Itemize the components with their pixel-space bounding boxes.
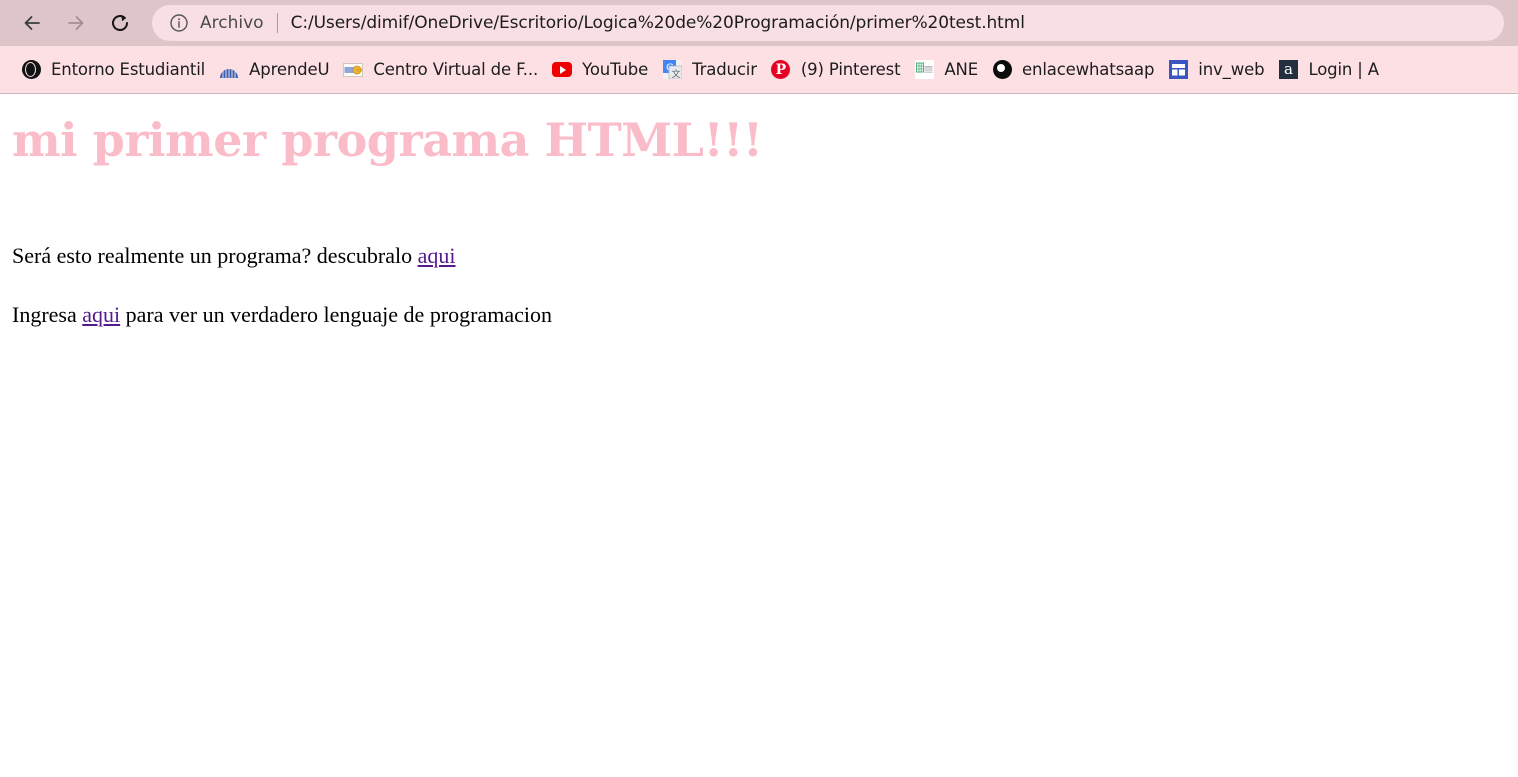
bookmark-youtube[interactable]: YouTube [545, 54, 655, 86]
bookmark-pinterest[interactable]: P (9) Pinterest [764, 54, 908, 86]
address-bar[interactable]: Archivo C:/Users/dimif/OneDrive/Escritor… [152, 5, 1504, 41]
arrow-right-icon [64, 11, 88, 35]
page-title: mi primer programa HTML!!! [12, 113, 763, 167]
forward-button[interactable] [58, 5, 94, 41]
arrow-left-icon [20, 11, 44, 35]
reload-icon [108, 11, 132, 35]
bookmarks-bar: Entorno Estudiantil AprendeU Centro Virt… [0, 46, 1518, 94]
link-aqui-second[interactable]: aqui [82, 302, 120, 327]
layout-blocks-icon [1168, 60, 1188, 80]
google-translate-icon: G 文 [662, 60, 682, 80]
bookmark-ane[interactable]: ANE [907, 54, 985, 86]
browser-toolbar: Archivo C:/Users/dimif/OneDrive/Escritor… [0, 0, 1518, 46]
omnibox-divider [276, 13, 278, 33]
paragraph-first: Será esto realmente un programa? descubr… [12, 242, 1518, 270]
fan-logo-icon [219, 60, 239, 80]
bookmark-traducir[interactable]: G 文 Traducir [655, 54, 764, 86]
bookmark-label: enlacewhatsaap [1022, 60, 1155, 79]
bookmark-label: (9) Pinterest [800, 60, 901, 79]
bookmark-label: Centro Virtual de F... [373, 60, 539, 79]
link-aqui-first[interactable]: aqui [418, 243, 456, 268]
bookmark-label: inv_web [1198, 60, 1265, 79]
bookmark-enlacewhatsaap[interactable]: enlacewhatsaap [985, 54, 1161, 86]
bookmark-inv-web[interactable]: inv_web [1161, 54, 1271, 86]
browser-window: Archivo C:/Users/dimif/OneDrive/Escritor… [0, 0, 1518, 777]
bookmark-centro-virtual[interactable]: Centro Virtual de F... [336, 54, 545, 86]
bookmark-aprendeu[interactable]: AprendeU [212, 54, 336, 86]
paragraph-second-text-after: para ver un verdadero lenguaje de progra… [120, 302, 552, 328]
spreadsheet-icon [914, 60, 934, 80]
reload-button[interactable] [102, 5, 138, 41]
bookmark-label: YouTube [582, 60, 649, 79]
key-icon [343, 60, 364, 80]
bookmark-label: Entorno Estudiantil [51, 60, 206, 79]
paragraph-second-text: Ingresa [12, 302, 83, 328]
url-text[interactable]: C:/Users/dimif/OneDrive/Escritorio/Logic… [291, 13, 1025, 33]
pinterest-icon: P [771, 60, 791, 80]
bookmark-label: ANE [944, 60, 979, 79]
page-content: mi primer programa HTML!!! Será esto rea… [0, 94, 1518, 777]
bookmark-entorno-estudiantil[interactable]: Entorno Estudiantil [14, 54, 212, 86]
whatsapp-dark-icon [992, 60, 1012, 80]
back-button[interactable] [14, 5, 50, 41]
youtube-icon [552, 60, 573, 80]
bookmark-label: Traducir [692, 60, 757, 79]
globe-icon [21, 60, 41, 80]
paragraph-second: Ingresa aqui para ver un verdadero lengu… [12, 301, 1518, 329]
paragraph-first-text: Será esto realmente un programa? descubr… [12, 242, 418, 268]
bookmark-login-amazon[interactable]: a Login | A [1271, 54, 1386, 86]
info-circle-icon[interactable] [164, 8, 194, 38]
svg-text:文: 文 [671, 68, 680, 79]
bookmark-label: Login | A [1308, 60, 1379, 79]
amazon-icon: a [1278, 60, 1298, 80]
bookmark-label: AprendeU [249, 60, 330, 79]
url-scheme-label: Archivo [200, 13, 264, 33]
